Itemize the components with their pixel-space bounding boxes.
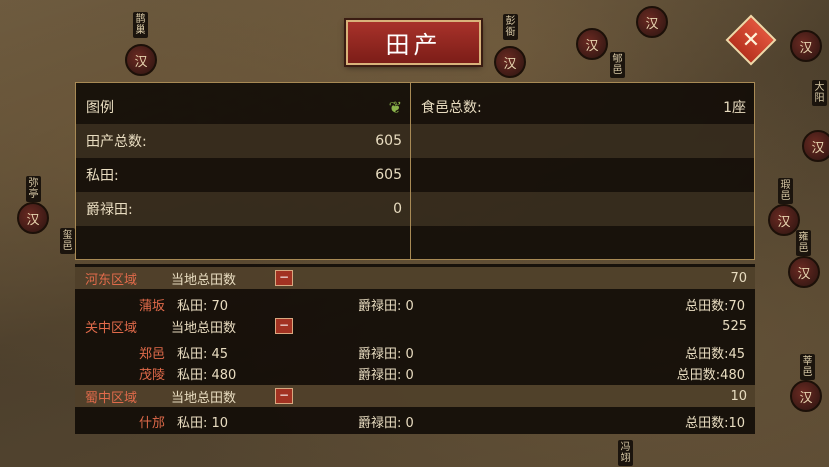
- private-land-value: 605: [375, 167, 402, 183]
- han-marker-icon[interactable]: 汉: [790, 30, 822, 62]
- han-marker-icon[interactable]: 汉: [576, 28, 608, 60]
- map-place-label: 郇邑: [610, 52, 625, 78]
- fief-empty-row: [411, 192, 754, 226]
- city-private-land: 私田: 70: [177, 299, 229, 314]
- map-place-label: 雍邑: [796, 230, 811, 256]
- han-marker-icon[interactable]: 汉: [636, 6, 668, 38]
- city-total-land: 总田数:480: [676, 368, 745, 383]
- city-private-land: 私田: 10: [177, 416, 229, 431]
- han-marker-icon[interactable]: 汉: [788, 256, 820, 288]
- map-place-label: 大阳: [812, 80, 827, 106]
- collapse-button[interactable]: −: [275, 388, 293, 404]
- city-row: 蒲坂 私田: 70 爵禄田: 0 总田数:70: [75, 295, 755, 316]
- map-place-label: 鹊巢: [133, 12, 148, 38]
- collapse-button[interactable]: −: [275, 318, 293, 334]
- page-title: 田产: [344, 18, 483, 67]
- city-name: 什邡: [138, 416, 165, 431]
- region-header: 蜀中区域 当地总田数 − 10: [75, 385, 755, 407]
- legend-row: 图例 ❦: [76, 90, 410, 124]
- han-marker-icon[interactable]: 汉: [494, 46, 526, 78]
- private-land-label: 私田:: [86, 168, 119, 184]
- fief-empty-row: [411, 124, 754, 158]
- region-total-label: 当地总田数: [171, 390, 237, 406]
- city-total-land: 总田数:70: [685, 299, 745, 314]
- region-total-value: 10: [730, 388, 747, 404]
- map-place-label: 莘邑: [800, 354, 815, 380]
- close-icon: ✕: [741, 27, 761, 53]
- han-marker-icon[interactable]: 汉: [802, 130, 829, 162]
- total-land-row: 田产总数: 605: [76, 124, 410, 158]
- noble-land-row: 爵禄田: 0: [76, 192, 410, 226]
- han-marker-icon[interactable]: 汉: [790, 380, 822, 412]
- city-row: 什邡 私田: 10 爵禄田: 0 总田数:10: [75, 412, 755, 433]
- city-row: 郑邑 私田: 45 爵禄田: 0 总田数:45: [75, 343, 755, 364]
- city-noble-land: 爵禄田: 0: [358, 368, 414, 383]
- region-name: 关中区域: [85, 320, 138, 336]
- total-land-value: 605: [375, 133, 402, 149]
- map-place-label: 瑕邑: [778, 178, 793, 204]
- city-private-land: 私田: 45: [177, 347, 229, 362]
- noble-land-label: 爵禄田:: [86, 202, 133, 218]
- region-total-label: 当地总田数: [171, 320, 237, 336]
- summary-left-column: 图例 ❦ 田产总数: 605 私田: 605 爵禄田: 0: [76, 83, 411, 259]
- city-name: 茂陵: [138, 368, 165, 383]
- leaf-icon[interactable]: ❦: [389, 98, 402, 117]
- map-place-label: 弥亭: [26, 176, 41, 202]
- legend-label: 图例: [86, 100, 114, 116]
- summary-right-column: 食邑总数: 1座: [411, 83, 754, 259]
- region-name: 河东区域: [85, 272, 138, 288]
- total-land-label: 田产总数:: [86, 134, 147, 150]
- region-header: 关中区域 当地总田数 − 525: [75, 315, 755, 337]
- map-place-label: 彭衙: [503, 14, 518, 40]
- city-row: 茂陵 私田: 480 爵禄田: 0 总田数:480: [75, 364, 755, 385]
- region-total-label: 当地总田数: [171, 272, 237, 288]
- fief-count-row: 食邑总数: 1座: [411, 90, 754, 124]
- region-total-value: 525: [722, 318, 747, 334]
- fief-count-value: 1座: [723, 100, 746, 116]
- city-private-land: 私田: 480: [177, 368, 237, 383]
- han-marker-icon[interactable]: 汉: [125, 44, 157, 76]
- city-name: 蒲坂: [138, 299, 165, 314]
- fief-count-label: 食邑总数:: [421, 100, 482, 116]
- city-total-land: 总田数:45: [685, 347, 745, 362]
- city-noble-land: 爵禄田: 0: [358, 347, 414, 362]
- region-header: 河东区域 当地总田数 − 70: [75, 267, 755, 289]
- city-noble-land: 爵禄田: 0: [358, 299, 414, 314]
- collapse-button[interactable]: −: [275, 270, 293, 286]
- city-noble-land: 爵禄田: 0: [358, 416, 414, 431]
- region-total-value: 70: [730, 270, 747, 286]
- region-name: 蜀中区域: [85, 390, 138, 406]
- private-land-row: 私田: 605: [76, 158, 410, 192]
- region-list: 河东区域 当地总田数 − 70 蒲坂 私田: 70 爵禄田: 0 总田数:70 …: [75, 264, 755, 434]
- summary-panel: 图例 ❦ 田产总数: 605 私田: 605 爵禄田: 0 食邑总数: 1座: [75, 82, 755, 260]
- city-total-land: 总田数:10: [685, 416, 745, 431]
- han-marker-icon[interactable]: 汉: [17, 202, 49, 234]
- noble-land-value: 0: [393, 201, 402, 217]
- map-place-label: 玺邑: [60, 228, 75, 254]
- city-name: 郑邑: [138, 347, 165, 362]
- map-place-label: 冯翊: [618, 440, 633, 466]
